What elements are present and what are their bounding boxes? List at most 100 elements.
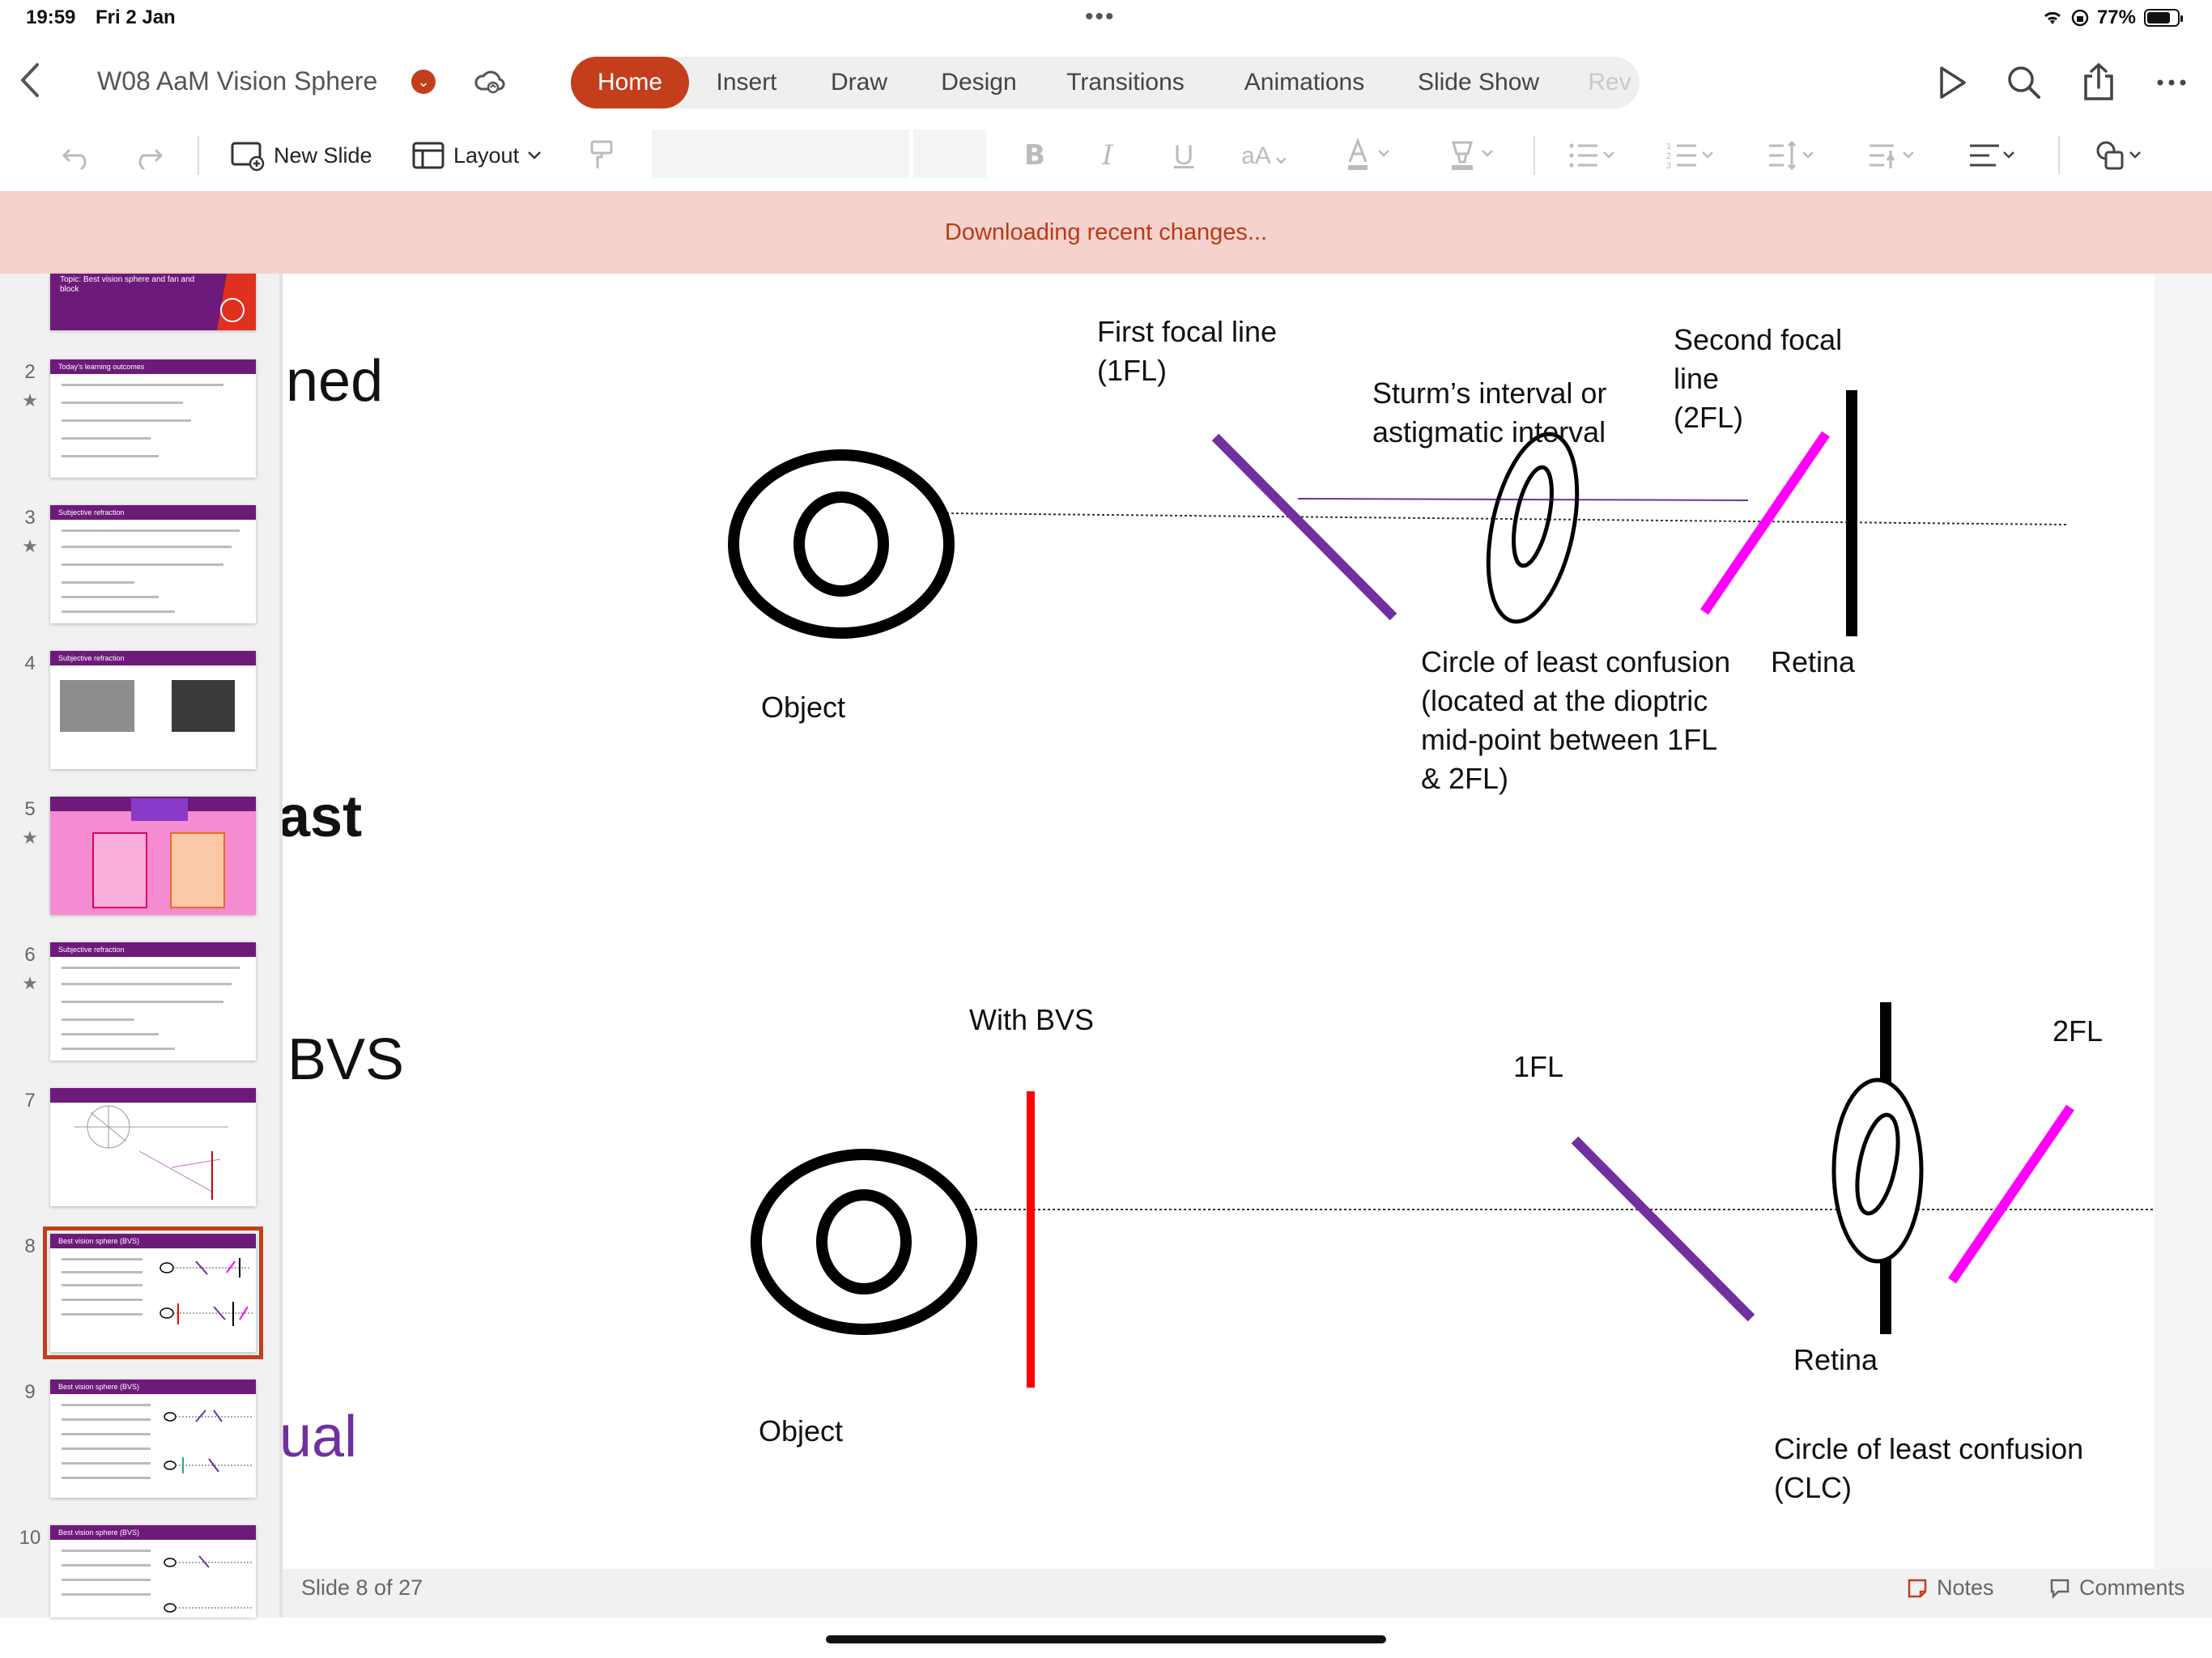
slide-area-margin bbox=[2155, 274, 2212, 1569]
first-focal-line-label: First focal line (1FL) bbox=[1097, 315, 1278, 387]
share-icon[interactable] bbox=[2078, 62, 2120, 104]
thumbnail-box bbox=[131, 798, 188, 821]
sturm-interval-line bbox=[1297, 498, 1749, 501]
comments-icon bbox=[2050, 1579, 2069, 1599]
home-indicator[interactable] bbox=[826, 1635, 1386, 1643]
thumbnail-diagram bbox=[164, 1555, 253, 1613]
slide-thumbnail-7[interactable] bbox=[50, 1088, 256, 1206]
shapes-icon[interactable] bbox=[2089, 134, 2154, 176]
optical-axis-top bbox=[946, 512, 2069, 525]
thumbnail-number: 9 bbox=[24, 1381, 36, 1403]
orientation-lock-icon bbox=[2071, 9, 2089, 27]
numbering-icon[interactable]: 123 bbox=[1661, 134, 1726, 176]
object-eye-inner bbox=[816, 1189, 912, 1295]
title-menu-chevron-icon[interactable]: ⌄ bbox=[411, 70, 436, 94]
thumbnail-diagram bbox=[74, 1105, 228, 1200]
retina-label-top: Retina bbox=[1771, 645, 1856, 678]
font-size-change-icon[interactable]: aA⌄ bbox=[1234, 134, 1299, 176]
thumbnail-number: 7 bbox=[24, 1090, 36, 1112]
target-icon bbox=[220, 298, 245, 322]
object-eye-outer bbox=[751, 1149, 977, 1335]
object-label-top: Object bbox=[761, 691, 846, 724]
notes-label: Notes bbox=[1937, 1575, 1994, 1600]
tab-slide-show[interactable]: Slide Show bbox=[1409, 57, 1548, 108]
comments-button[interactable]: Comments bbox=[2048, 1575, 2185, 1601]
clc-label-bottom: Circle of least confusion (CLC) bbox=[1774, 1432, 2084, 1504]
text-direction-icon[interactable] bbox=[1862, 134, 1927, 176]
tab-animations[interactable]: Animations bbox=[1214, 57, 1394, 108]
new-slide-button[interactable]: New Slide bbox=[230, 134, 372, 176]
tab-transitions[interactable]: Transitions bbox=[1053, 57, 1198, 108]
slide-thumbnail-5[interactable] bbox=[50, 797, 256, 915]
clc-label-top: Circle of least confusion (located at th… bbox=[1421, 645, 1731, 795]
slide-thumbnail-8[interactable]: Best vision sphere (BVS) bbox=[43, 1226, 263, 1359]
svg-text:2: 2 bbox=[1666, 151, 1671, 161]
thumbnail-title: Topic: Best vision sphere and fan and bl… bbox=[60, 275, 195, 294]
comments-label: Comments bbox=[2079, 1575, 2185, 1600]
sturm-interval-label: Sturm’s interval or astigmatic interval bbox=[1372, 376, 1607, 449]
2fl-label: 2FL bbox=[2052, 1014, 2104, 1048]
status-time: 19:59 bbox=[26, 6, 76, 28]
italic-icon[interactable]: I bbox=[1087, 134, 1129, 176]
chevron-down-icon bbox=[528, 151, 541, 159]
bold-icon[interactable]: B bbox=[1014, 134, 1056, 176]
highlight-icon[interactable] bbox=[1443, 134, 1508, 176]
font-color-icon[interactable] bbox=[1339, 134, 1404, 176]
undo-icon[interactable] bbox=[57, 134, 97, 176]
star-icon: ★ bbox=[22, 827, 38, 848]
object-eye-inner bbox=[793, 491, 889, 597]
thumbnail-number: 4 bbox=[24, 653, 36, 674]
slide-thumbnail-9[interactable]: Best vision sphere (BVS) bbox=[50, 1380, 256, 1498]
cloud-sync-icon[interactable] bbox=[474, 65, 506, 97]
slide-thumbnail-2[interactable]: Today's learning outcomes bbox=[50, 359, 256, 478]
format-painter-icon[interactable] bbox=[581, 134, 622, 176]
second-focal-line-label: Second focal line (2FL) bbox=[1674, 323, 1843, 434]
line-spacing-icon[interactable] bbox=[1762, 134, 1827, 176]
play-slideshow-icon[interactable] bbox=[1930, 62, 1972, 104]
first-focal-line bbox=[1211, 433, 1397, 621]
thumbnail-title: Subjective refraction bbox=[50, 651, 256, 665]
slide-thumbnail-6[interactable]: Subjective refraction bbox=[50, 942, 256, 1061]
toolbar-divider bbox=[2058, 136, 2060, 175]
more-options-icon[interactable] bbox=[2150, 62, 2193, 104]
thumbnail-title: Subjective refraction bbox=[50, 505, 256, 520]
thumbnail-photo bbox=[172, 680, 235, 732]
layout-button[interactable]: Layout bbox=[411, 134, 542, 176]
search-icon[interactable] bbox=[2003, 62, 2045, 104]
align-icon[interactable] bbox=[1963, 134, 2027, 176]
notes-button[interactable]: Notes bbox=[1906, 1575, 1994, 1601]
new-slide-label: New Slide bbox=[274, 142, 372, 168]
slide-thumbnail-4[interactable]: Subjective refraction bbox=[50, 651, 256, 769]
back-button[interactable] bbox=[18, 60, 50, 108]
toolbar-divider bbox=[198, 136, 199, 175]
slide-thumbnail-3[interactable]: Subjective refraction bbox=[50, 505, 256, 623]
tab-draw[interactable]: Draw bbox=[814, 57, 904, 108]
object-label-bottom: Object bbox=[759, 1414, 844, 1448]
toolbar-divider bbox=[1534, 136, 1535, 175]
bullets-icon[interactable] bbox=[1563, 134, 1627, 176]
1fl-label: 1FL bbox=[1513, 1050, 1564, 1083]
battery-icon bbox=[2144, 9, 2183, 27]
tab-insert[interactable]: Insert bbox=[700, 57, 793, 108]
font-name-field[interactable] bbox=[652, 130, 909, 178]
font-size-field[interactable] bbox=[913, 130, 986, 178]
document-title[interactable]: W08 AaM Vision Sphere bbox=[97, 66, 377, 96]
circle-of-least-confusion-outer bbox=[1486, 432, 1580, 624]
underline-icon[interactable]: U bbox=[1163, 134, 1205, 176]
tab-review[interactable]: Rev bbox=[1577, 57, 1642, 108]
multitasking-dots-icon[interactable]: ••• bbox=[1085, 3, 1116, 31]
slide-thumbnail-1[interactable]: Topic: Best vision sphere and fan and bl… bbox=[50, 274, 256, 330]
status-indicators: 77% bbox=[2042, 6, 2183, 29]
thumbnail-number: 5 bbox=[24, 798, 36, 820]
slide-canvas[interactable]: ned ast BVS ual Object First focal line … bbox=[283, 274, 2155, 1569]
star-icon: ★ bbox=[22, 390, 38, 410]
tab-design[interactable]: Design bbox=[923, 57, 1035, 108]
thumbnail-diagram bbox=[160, 1258, 254, 1326]
slide-thumbnail-10[interactable]: Best vision sphere (BVS) bbox=[50, 1525, 256, 1618]
with-bvs-label: With BVS bbox=[969, 1003, 1095, 1036]
thumbnail-title: Best vision sphere (BVS) bbox=[50, 1380, 256, 1394]
redo-icon[interactable] bbox=[128, 134, 168, 176]
svg-text:3: 3 bbox=[1666, 161, 1671, 171]
tab-home[interactable]: Home bbox=[571, 57, 689, 108]
thumbnail-diagram bbox=[164, 1409, 253, 1473]
